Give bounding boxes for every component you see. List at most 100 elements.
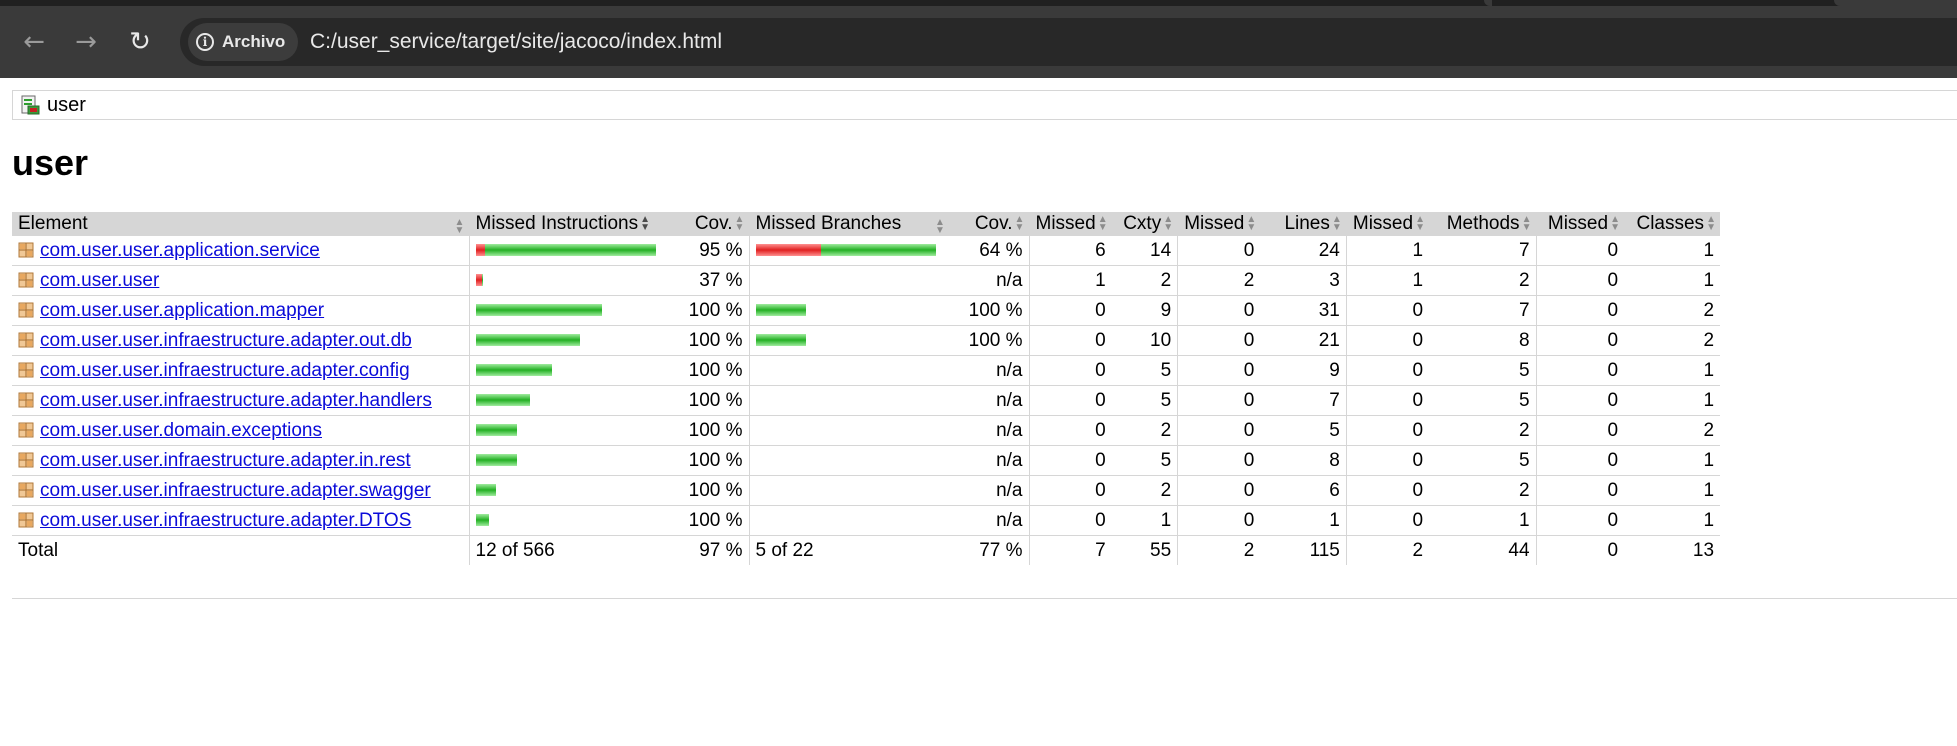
sort-icon: ▲ ▼ bbox=[1610, 213, 1620, 233]
col-header-methods[interactable]: Methods ▲ ▼ bbox=[1429, 212, 1537, 236]
classes-cell: 1 bbox=[1624, 445, 1721, 476]
col-header-missed-branches[interactable]: Missed Branches ▲ ▼ bbox=[748, 212, 949, 236]
col-header-branch-cov[interactable]: Cov. ▲ ▼ bbox=[949, 212, 1029, 236]
classes-missed-cell: 0 bbox=[1535, 236, 1625, 266]
branches-bar-cell bbox=[748, 265, 949, 296]
element-cell: com.user.user.application.mapper bbox=[12, 295, 469, 326]
table-row: com.user.user.infraestructure.adapter.DT… bbox=[12, 505, 1721, 536]
methods-missed-cell: 1 bbox=[1345, 265, 1430, 296]
total-lines: 115 bbox=[1309, 539, 1340, 561]
package-link[interactable]: com.user.user.infraestructure.adapter.ha… bbox=[40, 390, 432, 411]
package-icon bbox=[18, 392, 34, 407]
col-header-classes[interactable]: Classes ▲ ▼ bbox=[1624, 212, 1721, 236]
instructions-bar-cell bbox=[468, 236, 669, 266]
covered-instructions-bar bbox=[475, 364, 552, 377]
lines-missed-cell: 0 bbox=[1177, 475, 1261, 506]
col-header-element[interactable]: Element ▲ ▼ bbox=[12, 212, 469, 236]
covered-instructions-bar bbox=[475, 484, 496, 497]
breadcrumb-label: user bbox=[47, 93, 86, 116]
instructions-bar-cell bbox=[468, 415, 669, 446]
package-link[interactable]: com.user.user.application.service bbox=[40, 240, 320, 261]
methods-cell: 7 bbox=[1429, 295, 1537, 326]
package-link[interactable]: com.user.user.infraestructure.adapter.co… bbox=[40, 360, 410, 381]
classes-cell: 1 bbox=[1624, 355, 1721, 386]
total-instructions: 12 of 566 bbox=[468, 535, 669, 565]
branch-cov-cell: 64 % bbox=[949, 236, 1029, 266]
package-link[interactable]: com.user.user.infraestructure.adapter.ou… bbox=[40, 330, 412, 351]
cxty-missed-cell: 0 bbox=[1028, 385, 1112, 416]
site-info-chip[interactable]: i Archivo bbox=[188, 23, 298, 61]
instructions-bar-cell bbox=[468, 505, 669, 536]
sort-icon: ▲ ▼ bbox=[734, 213, 745, 233]
table-header-row: Element ▲ ▼ Missed Instructions ▲ ▼ Cov. ▲ ▼ M… bbox=[12, 212, 1721, 236]
instr-cov-cell: 100 % bbox=[669, 445, 749, 476]
lines-cell: 3 bbox=[1260, 265, 1347, 296]
package-link[interactable]: com.user.user.domain.exceptions bbox=[40, 420, 322, 441]
forward-icon[interactable]: → bbox=[68, 24, 104, 60]
col-header-instr-cov[interactable]: Cov. ▲ ▼ bbox=[669, 212, 749, 236]
package-link[interactable]: com.user.user.infraestructure.adapter.sw… bbox=[40, 480, 431, 501]
lines-missed-cell: 0 bbox=[1177, 505, 1261, 536]
lines-missed-cell: 0 bbox=[1177, 445, 1261, 476]
url-text[interactable]: C:/user_service/target/site/jacoco/index… bbox=[310, 30, 722, 54]
package-link[interactable]: com.user.user.infraestructure.adapter.DT… bbox=[40, 510, 411, 531]
col-header-cxty[interactable]: Cxty ▲ ▼ bbox=[1111, 212, 1178, 236]
missed-instructions-bar bbox=[475, 244, 485, 257]
instructions-bar-cell bbox=[468, 385, 669, 416]
methods-cell: 1 bbox=[1429, 505, 1537, 536]
package-link[interactable]: com.user.user.infraestructure.adapter.in… bbox=[40, 450, 411, 471]
package-link[interactable]: com.user.user bbox=[40, 270, 159, 291]
branch-cov-cell: n/a bbox=[949, 385, 1029, 416]
element-cell: com.user.user.domain.exceptions bbox=[12, 415, 469, 446]
total-branch-cov: 77 % bbox=[979, 539, 1023, 561]
methods-missed-cell: 0 bbox=[1345, 355, 1430, 386]
classes-missed-cell: 0 bbox=[1535, 325, 1625, 356]
sort-icon: ▲ ▼ bbox=[1163, 213, 1174, 233]
reload-icon[interactable]: ↻ bbox=[122, 24, 158, 60]
classes-cell: 1 bbox=[1624, 385, 1721, 416]
total-branches: 5 of 22 bbox=[748, 535, 949, 565]
col-header-lines[interactable]: Lines ▲ ▼ bbox=[1260, 212, 1347, 236]
instructions-bar-cell bbox=[468, 475, 669, 506]
back-icon[interactable]: ← bbox=[16, 24, 52, 60]
classes-cell: 1 bbox=[1624, 505, 1721, 536]
total-classes-missed: 0 bbox=[1535, 535, 1625, 565]
methods-cell: 5 bbox=[1429, 385, 1537, 416]
methods-missed-cell: 0 bbox=[1345, 415, 1430, 446]
cxty-cell: 5 bbox=[1111, 445, 1178, 476]
lines-missed-cell: 0 bbox=[1177, 415, 1261, 446]
cxty-cell: 14 bbox=[1111, 236, 1178, 266]
lines-missed-cell: 0 bbox=[1177, 236, 1261, 266]
col-header-methods-missed[interactable]: Missed ▲ ▼ bbox=[1345, 212, 1430, 236]
instructions-bar-cell bbox=[468, 445, 669, 476]
table-total-row: Total 12 of 566 97 % 5 of 22 77 % 7 55 2… bbox=[12, 535, 1720, 565]
classes-cell: 1 bbox=[1624, 236, 1721, 266]
col-header-classes-missed[interactable]: Missed ▲ ▼ bbox=[1535, 212, 1625, 236]
package-icon bbox=[18, 482, 34, 497]
package-link[interactable]: com.user.user.application.mapper bbox=[40, 300, 324, 321]
instr-cov-cell: 95 % bbox=[669, 236, 749, 266]
element-cell: com.user.user bbox=[12, 265, 469, 296]
table-row: com.user.user.application.mapper 100 % 100… bbox=[12, 295, 1721, 326]
branches-bar-cell bbox=[748, 355, 949, 386]
site-info-label: Archivo bbox=[222, 32, 286, 51]
cxty-missed-cell: 0 bbox=[1028, 475, 1112, 506]
sort-icon: ▲ ▼ bbox=[935, 217, 945, 236]
lines-cell: 8 bbox=[1260, 445, 1347, 476]
col-header-missed-instructions[interactable]: Missed Instructions ▲ ▼ bbox=[468, 212, 669, 236]
cxty-cell: 2 bbox=[1111, 475, 1178, 506]
col-header-cxty-missed[interactable]: Missed ▲ ▼ bbox=[1028, 212, 1112, 236]
instructions-bar-cell bbox=[468, 325, 669, 356]
branch-cov-cell: n/a bbox=[949, 505, 1029, 536]
branches-bar-cell bbox=[748, 236, 949, 266]
instr-cov-cell: 100 % bbox=[669, 415, 749, 446]
classes-missed-cell: 0 bbox=[1535, 445, 1625, 476]
covered-instructions-bar bbox=[475, 304, 602, 317]
classes-cell: 2 bbox=[1624, 295, 1721, 326]
branches-bar-cell bbox=[748, 295, 949, 326]
covered-branches-bar bbox=[755, 304, 806, 317]
table-row: com.user.user.infraestructure.adapter.in… bbox=[12, 445, 1721, 476]
lines-cell: 24 bbox=[1260, 236, 1347, 266]
covered-instructions-bar bbox=[475, 424, 517, 437]
col-header-lines-missed[interactable]: Missed ▲ ▼ bbox=[1177, 212, 1261, 236]
